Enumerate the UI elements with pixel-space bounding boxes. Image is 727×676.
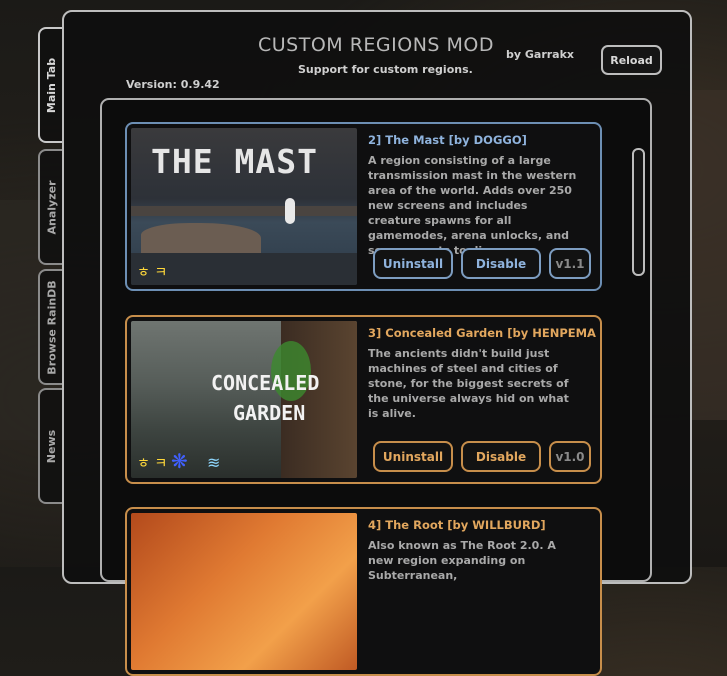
mod-title: 3] Concealed Garden [by HENPEMAZ, T (368, 326, 596, 340)
tab-main[interactable]: Main Tab (38, 27, 64, 143)
region-badge-icon: ㅎ ㅋ (137, 265, 168, 281)
mod-title: 4] The Root [by WILLBURD] (368, 518, 546, 532)
thumbnail-title-line-1: CONCEALED (211, 371, 320, 395)
background-pipe (690, 90, 727, 420)
tab-browse-raindb[interactable]: Browse RainDB (38, 269, 64, 385)
tab-analyzer-label: Analyzer (45, 180, 59, 234)
tab-news-label: News (45, 429, 59, 463)
slugcat-figure (285, 198, 295, 224)
page-title: CUSTOM REGIONS MOD (258, 34, 495, 56)
region-badge-icon: ㅎ ㅋ (137, 456, 168, 472)
mod-card-the-root: 4] The Root [by WILLBURD] Also known as … (125, 507, 602, 676)
mod-thumbnail: THE MAST ㅎ ㅋ (131, 128, 357, 285)
tab-main-label: Main Tab (45, 57, 59, 113)
disable-button[interactable]: Disable (461, 248, 541, 279)
mod-description: The ancients didn't build just machines … (368, 347, 569, 420)
background-pipe (0, 200, 40, 440)
tab-news[interactable]: News (38, 388, 64, 504)
uninstall-button[interactable]: Uninstall (373, 248, 453, 279)
version-label: Version: 0.9.42 (126, 78, 220, 91)
scrollbar[interactable] (632, 148, 645, 276)
mod-card-the-mast: THE MAST ㅎ ㅋ 2] The Mast [by DOGGO] A re… (125, 122, 602, 291)
tab-analyzer[interactable]: Analyzer (38, 149, 64, 265)
mod-description: A region consisting of a large transmiss… (368, 154, 577, 257)
debris-pile (141, 223, 261, 253)
version-badge: v1.0 (549, 441, 591, 472)
mod-thumbnail (131, 513, 357, 670)
uninstall-button[interactable]: Uninstall (373, 441, 453, 472)
thumbnail-title: THE MAST (151, 142, 318, 181)
author-label: by Garrakx (506, 48, 575, 61)
disable-button[interactable]: Disable (461, 441, 541, 472)
mod-card-concealed-garden: CONCEALED GARDEN ㅎ ㅋ ❋ ≋ 3] Concealed Ga… (125, 315, 602, 484)
mod-description: Also known as The Root 2.0. A new region… (368, 539, 556, 582)
tab-browse-raindb-label: Browse RainDB (45, 279, 59, 375)
version-badge: v1.1 (549, 248, 591, 279)
creature-badge-icon: ≋ (207, 453, 221, 472)
mod-thumbnail: CONCEALED GARDEN ㅎ ㅋ ❋ ≋ (131, 321, 357, 478)
page-subtitle: Support for custom regions. (298, 63, 473, 76)
mod-title: 2] The Mast [by DOGGO] (368, 133, 527, 147)
reload-button[interactable]: Reload (601, 45, 662, 75)
thumbnail-title-line-2: GARDEN (233, 401, 306, 425)
mast-structure (131, 206, 357, 216)
creature-badge-icon: ❋ (171, 449, 188, 473)
